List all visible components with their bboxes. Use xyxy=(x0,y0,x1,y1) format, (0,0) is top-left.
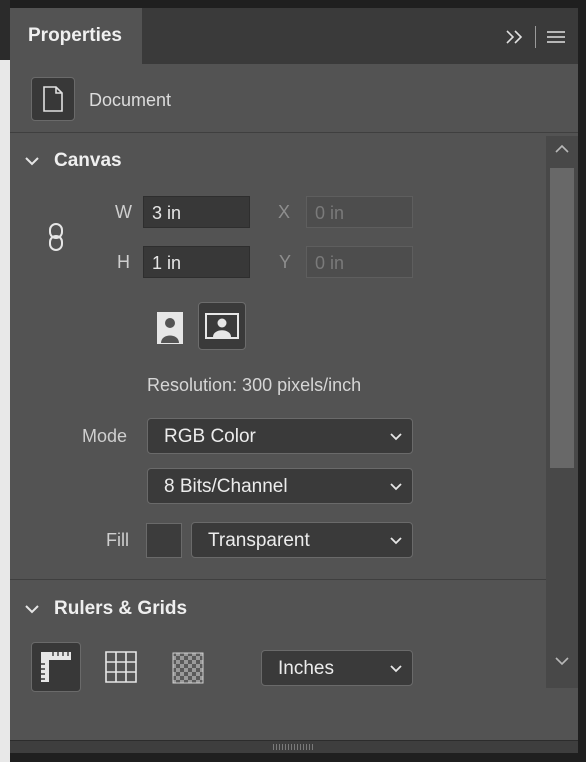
transparency-grid-icon[interactable] xyxy=(170,650,206,686)
portrait-icon[interactable] xyxy=(148,308,192,348)
units-select[interactable]: Inches xyxy=(261,650,413,686)
canvas-section-title: Canvas xyxy=(54,150,122,171)
document-icon[interactable] xyxy=(31,77,75,121)
mode-select[interactable]: RGB Color xyxy=(147,418,413,454)
width-label: W xyxy=(115,202,132,222)
chevron-down-icon xyxy=(25,157,39,166)
scroll-down-arrow-icon[interactable] xyxy=(555,656,569,666)
x-label: X xyxy=(278,202,291,222)
hamburger-menu-icon[interactable] xyxy=(544,26,568,48)
fill-select[interactable]: Transparent xyxy=(191,522,413,558)
fill-label: Fill xyxy=(106,530,129,550)
landscape-icon[interactable] xyxy=(198,302,246,350)
panel-tab-bar: Properties xyxy=(10,8,578,64)
bit-depth-select[interactable]: 8 Bits/Channel xyxy=(147,468,413,504)
canvas-section-header[interactable]: Canvas xyxy=(24,150,122,172)
fill-color-swatch[interactable] xyxy=(146,523,182,558)
document-label: Document xyxy=(89,90,172,110)
chevron-down-icon xyxy=(25,605,39,614)
ruler-icon[interactable] xyxy=(31,642,81,692)
properties-panel: Properties Document Canvas W 3 in X 0 in… xyxy=(10,8,578,753)
x-field: 0 in xyxy=(306,196,413,228)
rulers-grids-section-title: Rulers & Grids xyxy=(54,598,188,619)
mode-label: Mode xyxy=(82,426,128,446)
tab-properties[interactable]: Properties xyxy=(10,8,142,64)
width-field[interactable]: 3 in xyxy=(143,196,250,228)
chevron-down-icon xyxy=(390,537,402,545)
height-field[interactable]: 1 in xyxy=(143,246,250,278)
chevron-down-icon xyxy=(390,483,402,491)
scroll-up-arrow-icon[interactable] xyxy=(555,144,569,154)
mode-select-value: RGB Color xyxy=(164,426,256,447)
panel-scrollbar[interactable] xyxy=(546,136,578,688)
resize-grip-icon[interactable] xyxy=(273,744,313,750)
panel-resize-bar[interactable] xyxy=(10,740,578,753)
double-chevron-right-icon[interactable] xyxy=(503,26,527,48)
chevron-down-icon xyxy=(390,665,402,673)
fill-select-value: Transparent xyxy=(208,530,310,551)
y-field: 0 in xyxy=(306,246,413,278)
y-label: Y xyxy=(279,252,292,272)
scroll-thumb[interactable] xyxy=(550,168,574,468)
chevron-down-icon xyxy=(390,433,402,441)
bit-depth-value: 8 Bits/Channel xyxy=(164,476,288,497)
units-select-value: Inches xyxy=(278,658,334,679)
document-row: Document xyxy=(10,64,578,133)
canvas-edge xyxy=(0,0,10,762)
chain-link-icon[interactable] xyxy=(46,222,66,257)
height-label: H xyxy=(117,252,130,272)
rulers-grids-section-header[interactable]: Rulers & Grids xyxy=(24,598,187,620)
resolution-text: Resolution: 300 pixels/inch xyxy=(147,375,362,395)
grid-icon[interactable] xyxy=(102,648,140,686)
